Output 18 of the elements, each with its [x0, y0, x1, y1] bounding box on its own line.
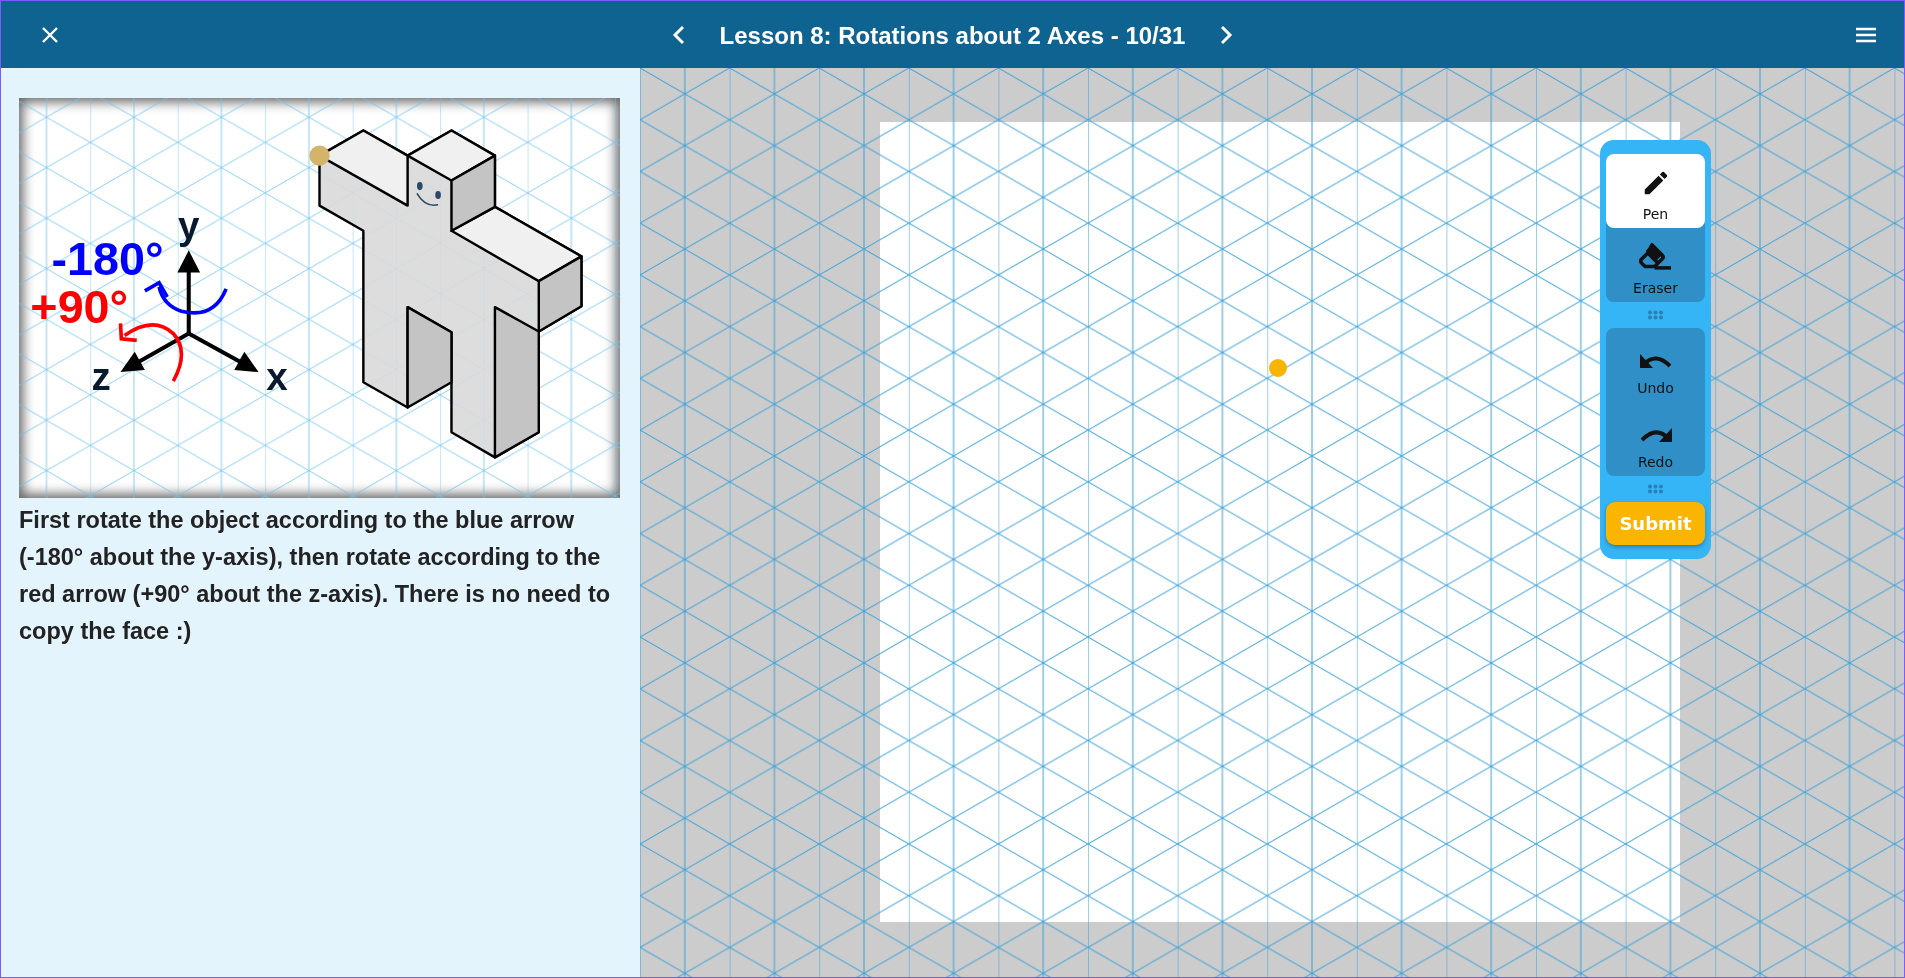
lesson-title: Lesson 8: Rotations about 2 Axes - 10/31	[719, 21, 1186, 50]
grip-icon	[1648, 310, 1663, 320]
history-button[interactable]: Undo	[1606, 328, 1705, 402]
eraser-icon	[1638, 242, 1673, 272]
drawing-canvas[interactable]: Pen Eraser Undo Redo Submit	[640, 68, 1904, 977]
rotation-arrow	[118, 323, 184, 382]
axis-label: x	[266, 355, 288, 399]
instruction-text: First rotate the object according to the blue arrow (-180° about the y-axis), then rotate according to the red arrow (+90° about the z-axis). There is no need to copy the face :)	[19, 506, 612, 646]
close-icon	[41, 25, 59, 44]
menu-icon	[1854, 25, 1878, 44]
chevron-left-icon	[671, 23, 686, 46]
tool-button[interactable]: Pen	[1606, 154, 1705, 228]
tool-button[interactable]: Eraser	[1606, 228, 1705, 302]
chevron-right-icon	[1219, 23, 1234, 46]
axis-label: y	[178, 203, 200, 247]
grip-icon	[1648, 484, 1663, 494]
axis-label: z	[91, 355, 111, 399]
history-button[interactable]: Redo	[1606, 402, 1705, 476]
